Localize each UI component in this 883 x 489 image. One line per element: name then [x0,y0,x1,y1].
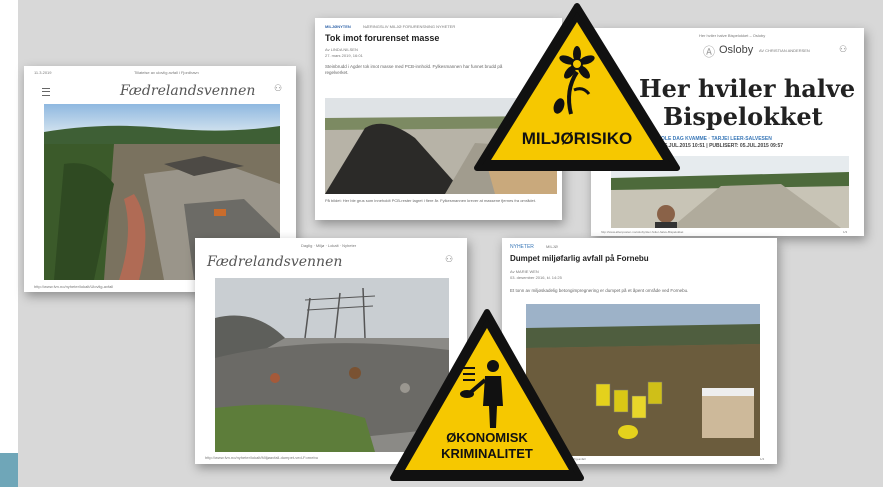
breadcrumb: Daglig · Miljø · Lokalt · Nyheter [301,243,357,248]
photo-caption: På bildet: Her ble grus som inneholdt PC… [325,198,536,203]
economic-crime-warning-sign: ØKONOMISK KRIMINALITET [389,308,585,484]
sign-label: MILJØRISIKO [522,129,633,148]
article-date: 03. desember 2016, kl. 14:25 [510,275,562,280]
headline-line-2: Bispelokket [663,102,823,131]
environmental-risk-warning-sign: MILJØRISIKO [473,2,681,172]
article-byline: Av MARIE WEN [510,269,539,274]
article-byline: Av LINDA NILSEN [325,47,358,52]
accent-strip [0,453,18,487]
page-number: 1/4 [760,457,765,461]
user-icon: ⚇ [839,44,848,54]
user-icon: ⚇ [445,254,454,264]
sign-label-line-2: KRIMINALITET [441,446,533,461]
article-date: 27. mars 2019, 16:01 [325,53,363,58]
columnist-byline: AV CHRISTIAN ANDERSEN [759,48,810,53]
article-topline: Tillatelse av ulovlig avfall i Fjordhavn [134,70,199,75]
article-footer-url: http://www.fvn.no/nyheter/lokalt/Ulovlig… [34,284,114,289]
aftenposten-logo-icon: Ⓐ [703,45,716,59]
section-label: NYHETER [510,244,534,250]
osloby-logo: Osloby [719,44,754,56]
article-footer-url: http://www.fvn.no/nyheter/lokalt/Miljøav… [205,455,318,460]
article-topline: Her hviler halve Bispelokket – Osloby [699,33,766,38]
section-sub-label: MILJØ [546,244,558,249]
section-label: MILJØNYTEN [325,24,351,29]
article-headline: Dumpet miljøfarlig avfall på Fornebu [510,254,649,263]
newspaper-masthead: Fædrelandsvennen [207,254,343,270]
sign-label-line-1: ØKONOMISK [446,430,528,445]
article-date: 11.3.2019 [34,70,52,75]
user-icon: ⚇ [274,83,283,93]
article-lead: Et tonn av miljøskadelig betongimpregner… [510,288,689,293]
menu-icon [42,88,50,96]
newspaper-masthead: Fædrelandsvennen [120,83,256,99]
article-headline: Tok imot forurenset masse [325,33,440,43]
page-number: 1/3 [843,230,848,234]
breadcrumb: NÆRINGSLIV MILJØ FORURENSNING NYHETER [363,24,456,29]
article-footer-url: http://www.aftenposten.no/osloby/Her-hvi… [601,230,684,234]
